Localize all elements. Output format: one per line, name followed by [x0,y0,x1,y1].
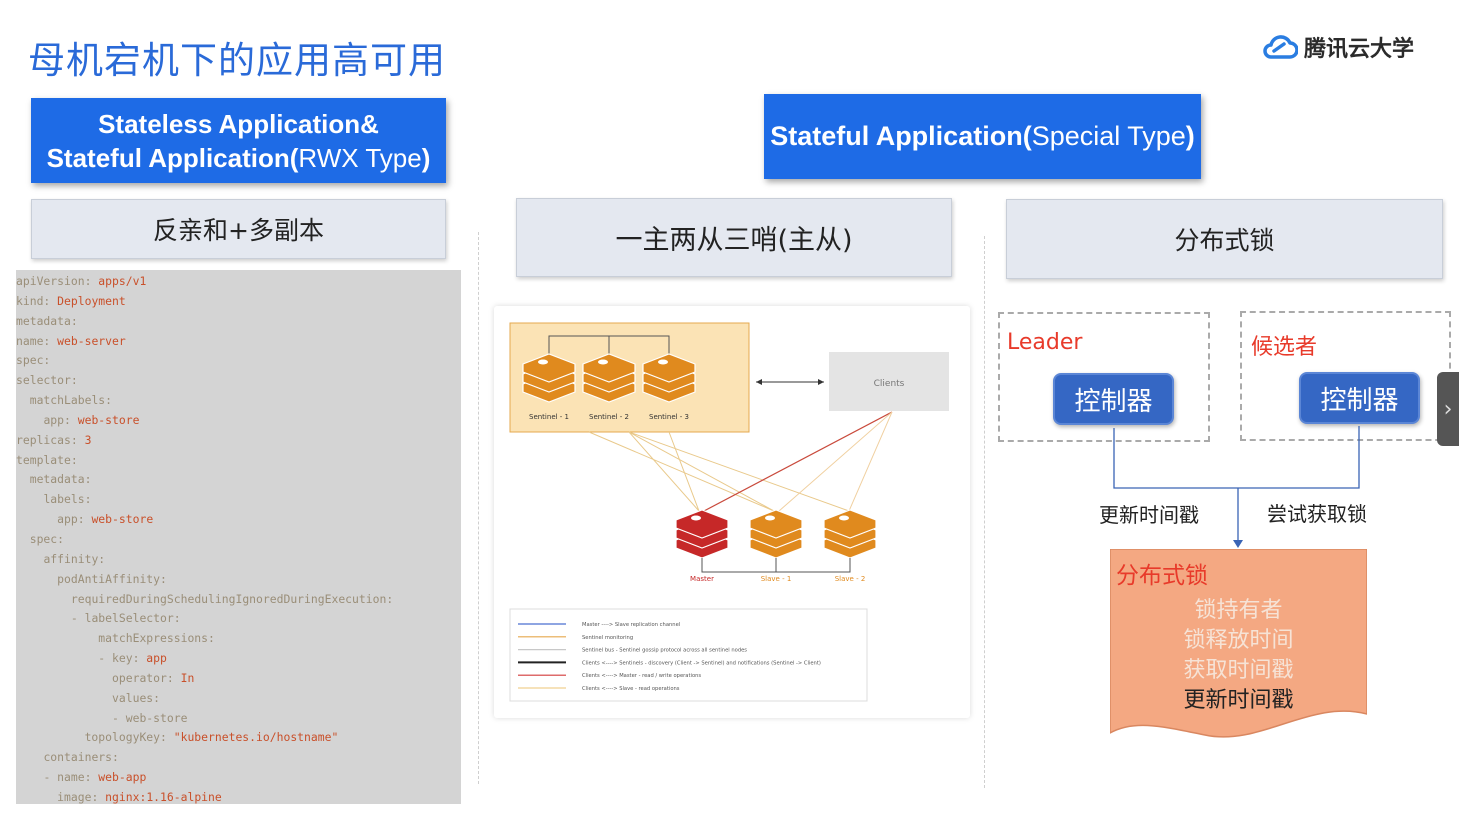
lock-item-holder: 锁持有者 [1194,598,1283,623]
lock-item-update-time: 更新时间戳 [1183,688,1294,713]
lock-item-release-time: 锁释放时间 [1183,628,1294,653]
lock-note-title: 分布式锁 [1116,563,1208,589]
next-slide-tab[interactable]: › [1437,372,1459,446]
update-timestamp-label: 更新时间戳 [1099,503,1199,527]
try-lock-label: 尝试获取锁 [1267,502,1367,526]
lock-note-items: 锁持有者 锁释放时间 获取时间戳 更新时间戳 [1110,596,1367,716]
lock-item-acquire-time: 获取时间戳 [1183,658,1294,683]
